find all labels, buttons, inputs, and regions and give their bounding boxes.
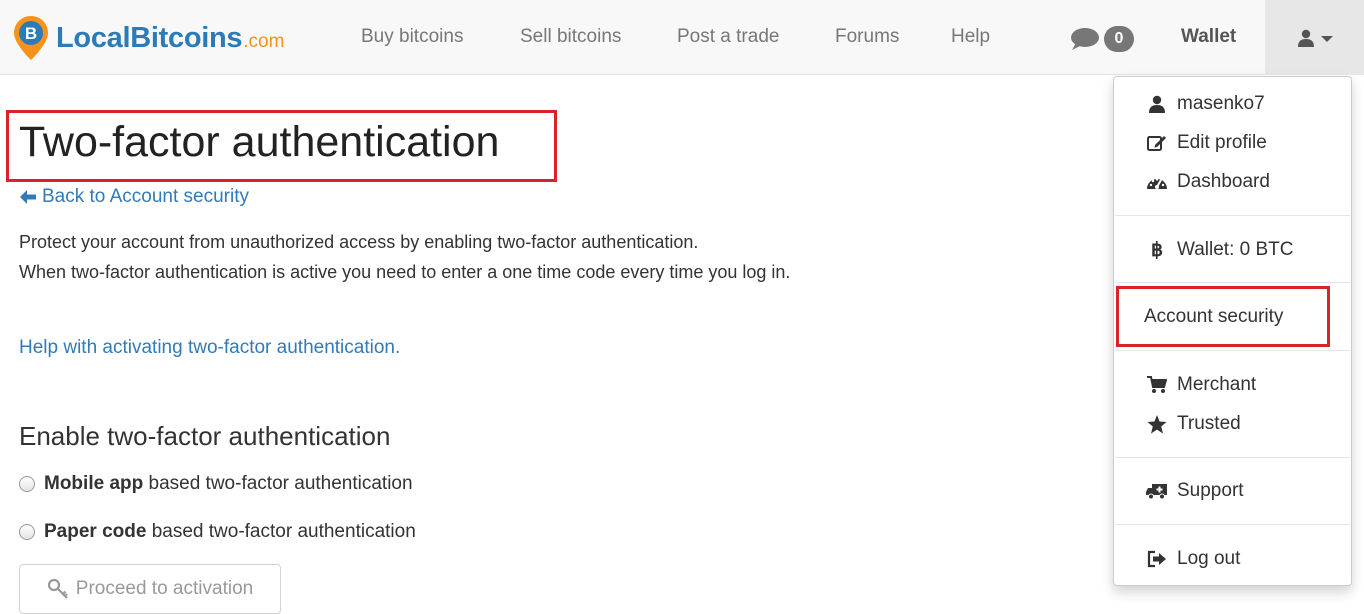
menu-item-edit-profile[interactable]: Edit profile <box>1146 132 1267 154</box>
back-to-account-security-link[interactable]: Back to Account security <box>19 186 249 208</box>
help-activation-link[interactable]: Help with activating two-factor authenti… <box>19 337 400 359</box>
option-mobile-app: Mobile app based two-factor authenticati… <box>19 473 413 495</box>
bitcoin-icon: ฿ <box>1150 239 1164 261</box>
menu-item-support[interactable]: Support <box>1146 480 1244 502</box>
menu-divider <box>1115 282 1350 283</box>
chat-bubble-icon <box>1071 28 1099 50</box>
menu-logout-label: Log out <box>1177 548 1241 569</box>
proceed-button-label: Proceed to activation <box>75 578 254 599</box>
option-paper-label-rest: based two-factor authentication <box>146 521 416 542</box>
menu-merchant-label: Merchant <box>1177 374 1257 395</box>
svg-text:B: B <box>25 24 37 43</box>
menu-item-username[interactable]: masenko7 <box>1146 93 1265 115</box>
key-icon <box>47 578 68 599</box>
menu-item-trusted[interactable]: Trusted <box>1146 413 1241 435</box>
menu-wallet-label: Wallet: 0 BTC <box>1177 239 1294 260</box>
description-line-2: When two-factor authentication is active… <box>19 262 791 282</box>
menu-account-security-label: Account security <box>1144 306 1284 327</box>
menu-dashboard-label: Dashboard <box>1177 171 1270 192</box>
sign-out-icon <box>1146 549 1168 569</box>
back-link-label: Back to Account security <box>42 186 249 207</box>
menu-item-account-security[interactable]: Account security <box>1144 306 1283 328</box>
ambulance-icon <box>1146 481 1168 501</box>
menu-divider <box>1115 350 1350 351</box>
brand-logo[interactable]: B LocalBitcoins .com <box>12 14 284 62</box>
description-line-1: Protect your account from unauthorized a… <box>19 232 699 252</box>
mobile-app-radio[interactable] <box>19 476 35 492</box>
menu-username-label: masenko7 <box>1177 93 1265 114</box>
bitcoin-pin-logo-icon: B <box>14 16 48 60</box>
chevron-down-icon <box>1320 35 1333 42</box>
menu-item-dashboard[interactable]: Dashboard <box>1146 171 1270 193</box>
paper-code-radio[interactable] <box>19 524 35 540</box>
option-paper-code: Paper code based two-factor authenticati… <box>19 521 416 543</box>
menu-divider <box>1115 457 1350 458</box>
user-icon <box>1146 94 1168 114</box>
nav-help[interactable]: Help <box>951 26 990 48</box>
dashboard-gauge-icon <box>1146 172 1168 192</box>
menu-item-logout[interactable]: Log out <box>1146 548 1240 570</box>
option-mobile-label-rest: based two-factor authentication <box>143 473 413 494</box>
arrow-left-icon <box>20 190 36 204</box>
menu-support-label: Support <box>1177 480 1244 501</box>
option-paper-label-bold: Paper code <box>44 521 147 542</box>
user-dropdown-menu: masenko7 Edit profile Dashboard ฿ Wallet… <box>1113 76 1352 586</box>
menu-divider <box>1115 524 1350 525</box>
proceed-to-activation-button[interactable]: Proceed to activation <box>19 564 281 614</box>
nav-wallet[interactable]: Wallet <box>1181 26 1236 48</box>
nav-buy-bitcoins[interactable]: Buy bitcoins <box>361 26 463 48</box>
menu-trusted-label: Trusted <box>1177 413 1241 434</box>
option-mobile-label-bold: Mobile app <box>44 473 144 494</box>
messages-button[interactable]: 0 <box>1070 26 1134 52</box>
section-title: Enable two-factor authentication <box>19 421 391 451</box>
nav-sell-bitcoins[interactable]: Sell bitcoins <box>520 26 621 48</box>
menu-item-merchant[interactable]: Merchant <box>1146 374 1256 396</box>
shopping-cart-icon <box>1146 375 1168 395</box>
top-navbar: B LocalBitcoins .com Buy bitcoins Sell b… <box>0 0 1364 75</box>
nav-post-trade[interactable]: Post a trade <box>677 26 779 48</box>
menu-item-wallet[interactable]: ฿ Wallet: 0 BTC <box>1146 239 1294 261</box>
menu-divider <box>1115 215 1350 216</box>
brand-name: LocalBitcoins <box>56 21 243 54</box>
star-icon <box>1146 414 1168 434</box>
user-menu-toggle[interactable] <box>1265 0 1364 75</box>
page-title: Two-factor authentication <box>19 118 500 166</box>
brand-tld: .com <box>243 31 285 52</box>
nav-forums[interactable]: Forums <box>835 26 899 48</box>
user-icon <box>1297 29 1314 47</box>
messages-count-badge: 0 <box>1104 26 1134 52</box>
edit-icon <box>1146 133 1168 153</box>
menu-edit-profile-label: Edit profile <box>1177 132 1267 153</box>
